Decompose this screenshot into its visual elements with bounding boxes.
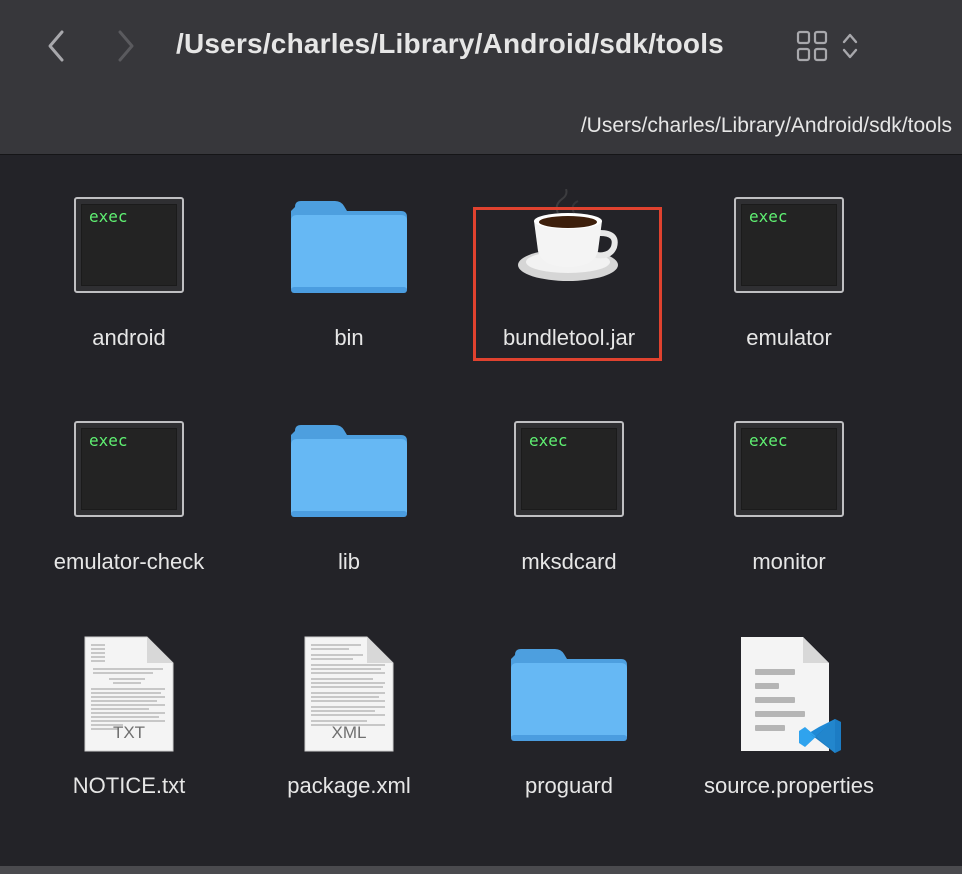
file-name: mksdcard [521,549,617,574]
file-item[interactable]: TXT NOTICE.txt [19,603,239,803]
doc-type-label: XML [331,723,367,742]
terminal-exec-icon: exec [734,197,844,293]
forward-button[interactable] [108,26,144,66]
file-name: bundletool.jar [502,325,636,350]
view-options-button[interactable] [796,26,858,66]
file-item[interactable]: exec emulator [679,155,899,355]
vscode-document-icon [741,637,841,753]
folder-item[interactable]: proguard [459,603,679,803]
folder-icon [291,425,407,517]
window-title: /Users/charles/Library/Android/sdk/tools [176,28,724,59]
exec-label: exec [749,207,788,226]
terminal-exec-icon: exec [74,421,184,517]
exec-label: exec [529,431,568,450]
folder-icon [511,649,627,741]
file-name: proguard [524,773,614,798]
folder-item[interactable]: bin [239,155,459,355]
doc-type-label: TXT [112,723,146,742]
terminal-exec-icon: exec [514,421,624,517]
exec-label: exec [89,431,128,450]
exec-label: exec [89,207,128,226]
terminal-exec-icon: exec [74,197,184,293]
file-item[interactable]: exec android [19,155,239,355]
folder-icon [291,201,407,293]
up-down-chevron-icon [842,33,858,59]
file-name: bin [334,325,364,350]
java-coffee-cup-icon [518,189,618,281]
file-name: package.xml [287,773,411,798]
status-bar [0,866,962,874]
back-button[interactable] [38,26,74,66]
chevron-right-icon [118,30,134,62]
file-item[interactable]: exec mksdcard [459,379,679,579]
file-item-selected[interactable]: bundletool.jar [459,155,679,355]
file-item[interactable]: exec monitor [679,379,899,579]
exec-label: exec [749,431,788,450]
terminal-exec-icon: exec [734,421,844,517]
file-name: emulator [746,325,832,350]
file-name: emulator-check [53,549,205,574]
chevron-left-icon [48,30,64,62]
path-bar: /Users/charles/Library/Android/sdk/tools [580,114,952,137]
file-item[interactable]: source.properties [679,603,899,803]
finder-window: /Users/charles/Library/Android/sdk/tools… [0,0,962,874]
file-name: android [92,325,166,350]
file-item[interactable]: XML package.xml [239,603,459,803]
file-name: lib [337,549,360,574]
toolbar: /Users/charles/Library/Android/sdk/tools… [0,0,962,155]
file-name: source.properties [704,773,874,798]
file-name: monitor [752,549,826,574]
grid-view-icon [796,30,828,62]
file-grid: exec android bin bundletool.jar exec emu… [0,155,962,865]
file-name: NOTICE.txt [72,773,186,798]
folder-item[interactable]: lib [239,379,459,579]
file-item[interactable]: exec emulator-check [19,379,239,579]
